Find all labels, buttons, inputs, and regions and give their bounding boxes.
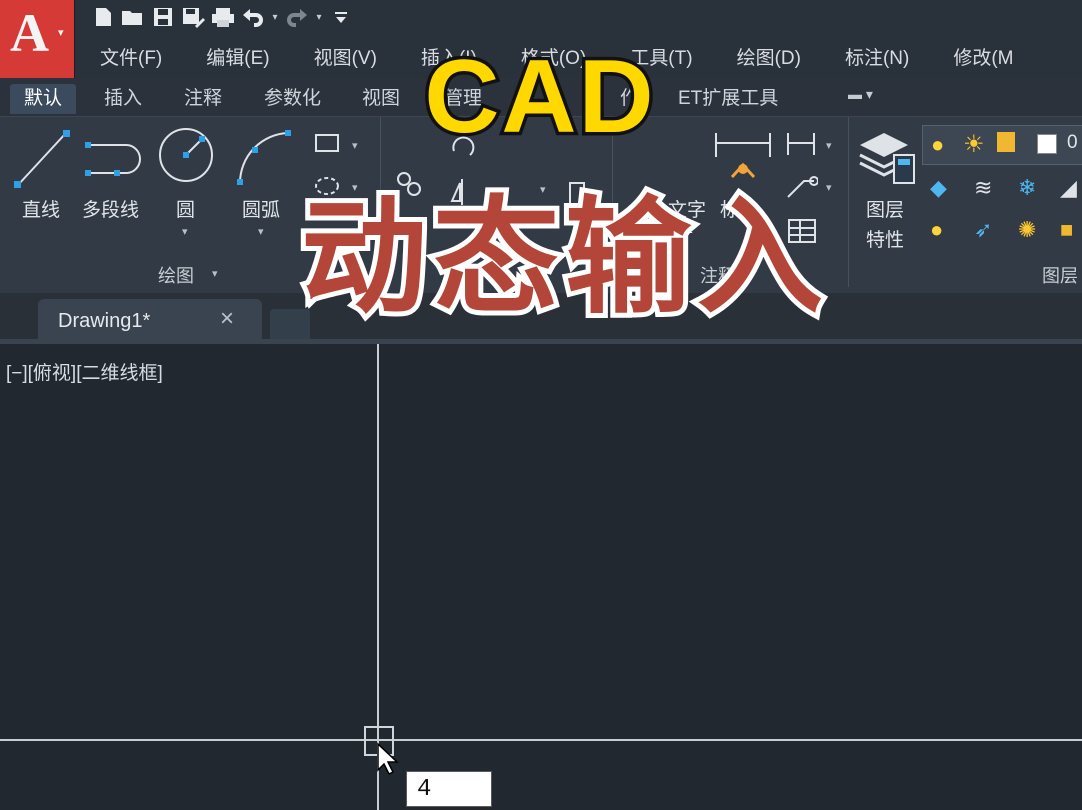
polyline-tool-icon[interactable] [84, 131, 150, 185]
menu-draw[interactable]: 绘图(D) [715, 44, 823, 74]
ribbon-minimize-toggle-icon[interactable]: ▬ ▾ [848, 86, 873, 103]
layer-lock-icon[interactable]: ■ [1060, 217, 1073, 243]
open-folder-icon[interactable] [118, 4, 148, 30]
circle-tool-icon[interactable] [156, 125, 216, 185]
layer-color-swatch[interactable] [1037, 134, 1057, 154]
autocad-logo-icon: A [10, 3, 49, 63]
dimension-tool-icon[interactable] [712, 129, 774, 189]
new-file-icon[interactable] [88, 4, 118, 30]
tab-home[interactable]: 默认 [10, 84, 77, 114]
redo-icon[interactable] [282, 4, 312, 30]
tab-insert[interactable]: 插入 [90, 84, 156, 114]
tab-parametric[interactable]: 参数化 [250, 84, 335, 114]
menu-modify[interactable]: 修改(M [931, 44, 1035, 74]
line-tool-icon[interactable] [12, 127, 72, 193]
layer-thaw-sun-icon[interactable]: ☀ [963, 130, 985, 159]
arc-dropdown-icon[interactable]: ▾ [258, 225, 264, 238]
layer-off-icon[interactable]: ◢ [1060, 175, 1077, 201]
tab-annotate[interactable]: 注释 [170, 84, 236, 114]
layer-properties-label-2[interactable]: 特性 [866, 225, 904, 252]
dynamic-input-field[interactable]: 4 [406, 771, 492, 807]
layers-panel-title[interactable]: 图层 [1042, 262, 1078, 288]
menu-file[interactable]: 文件(F) [78, 44, 184, 74]
layer-properties-icon[interactable] [856, 125, 918, 187]
layer-on-icon[interactable]: ● [930, 217, 943, 243]
current-layer-name: 0 [1067, 132, 1078, 153]
linear-dimension-icon[interactable] [784, 131, 818, 157]
menu-edit[interactable]: 编辑(E) [184, 44, 291, 74]
polyline-tool-label[interactable]: 多段线 [82, 195, 139, 222]
document-tab[interactable]: Drawing1* × [38, 299, 262, 343]
layer-isolate-icon[interactable]: ◆ [930, 175, 947, 201]
redo-dropdown-icon[interactable]: ▾ [312, 12, 326, 23]
save-icon[interactable] [148, 4, 178, 30]
quick-access-toolbar: ▾ ▾ [88, 2, 356, 32]
arc-tool-icon[interactable] [234, 127, 294, 187]
circle-dropdown-icon[interactable]: ▾ [182, 225, 188, 238]
close-icon[interactable]: × [220, 305, 234, 333]
undo-icon[interactable] [238, 4, 268, 30]
viewport-controls[interactable]: [−][俯视][二维线框] [6, 358, 163, 385]
menu-dimension[interactable]: 标注(N) [823, 44, 931, 74]
overlay-title: CAD [421, 39, 657, 156]
layer-properties-label[interactable]: 图层 [866, 195, 904, 222]
crosshair-horizontal [0, 739, 1082, 741]
layer-unlock-icon[interactable] [997, 132, 1015, 152]
document-tab-label: Drawing1* [58, 310, 151, 332]
rectangle-tool-icon[interactable] [312, 131, 342, 157]
layer-match-icon[interactable]: ≋ [974, 175, 992, 201]
undo-dropdown-icon[interactable]: ▾ [268, 12, 282, 23]
mouse-pointer-icon [377, 742, 399, 776]
print-icon[interactable] [208, 4, 238, 30]
layer-dropdown[interactable]: ● ☀ 0 [922, 125, 1082, 165]
application-menu-button[interactable]: A ▾ [0, 0, 75, 78]
rectangle-dropdown-icon[interactable]: ▾ [352, 139, 358, 152]
overlay-subtitle: 动态输入 [296, 183, 829, 333]
menu-view[interactable]: 视图(V) [292, 44, 399, 74]
tab-et-extension[interactable]: ET扩展工具 [664, 84, 792, 114]
layer-thaw-icon[interactable]: ✺ [1018, 217, 1036, 243]
layer-freeze-icon[interactable]: ❄ [1018, 175, 1036, 201]
arc-tool-label[interactable]: 圆弧 [242, 195, 280, 222]
save-as-icon[interactable] [178, 4, 208, 30]
chevron-down-icon: ▾ [58, 27, 64, 39]
circle-tool-label[interactable]: 圆 [176, 195, 195, 222]
line-tool-label[interactable]: 直线 [22, 195, 60, 222]
draw-panel-expand-icon[interactable]: ▾ [212, 267, 218, 280]
drawing-canvas[interactable]: [−][俯视][二维线框] 4 [0, 344, 1082, 810]
layer-on-bulb-icon[interactable]: ● [931, 132, 944, 158]
customize-toolbar-icon[interactable] [326, 4, 356, 30]
draw-panel-title[interactable]: 绘图 [158, 262, 194, 288]
layer-change-icon[interactable]: ➶ [974, 217, 992, 243]
linear-dimension-dropdown-icon[interactable]: ▾ [826, 139, 832, 152]
